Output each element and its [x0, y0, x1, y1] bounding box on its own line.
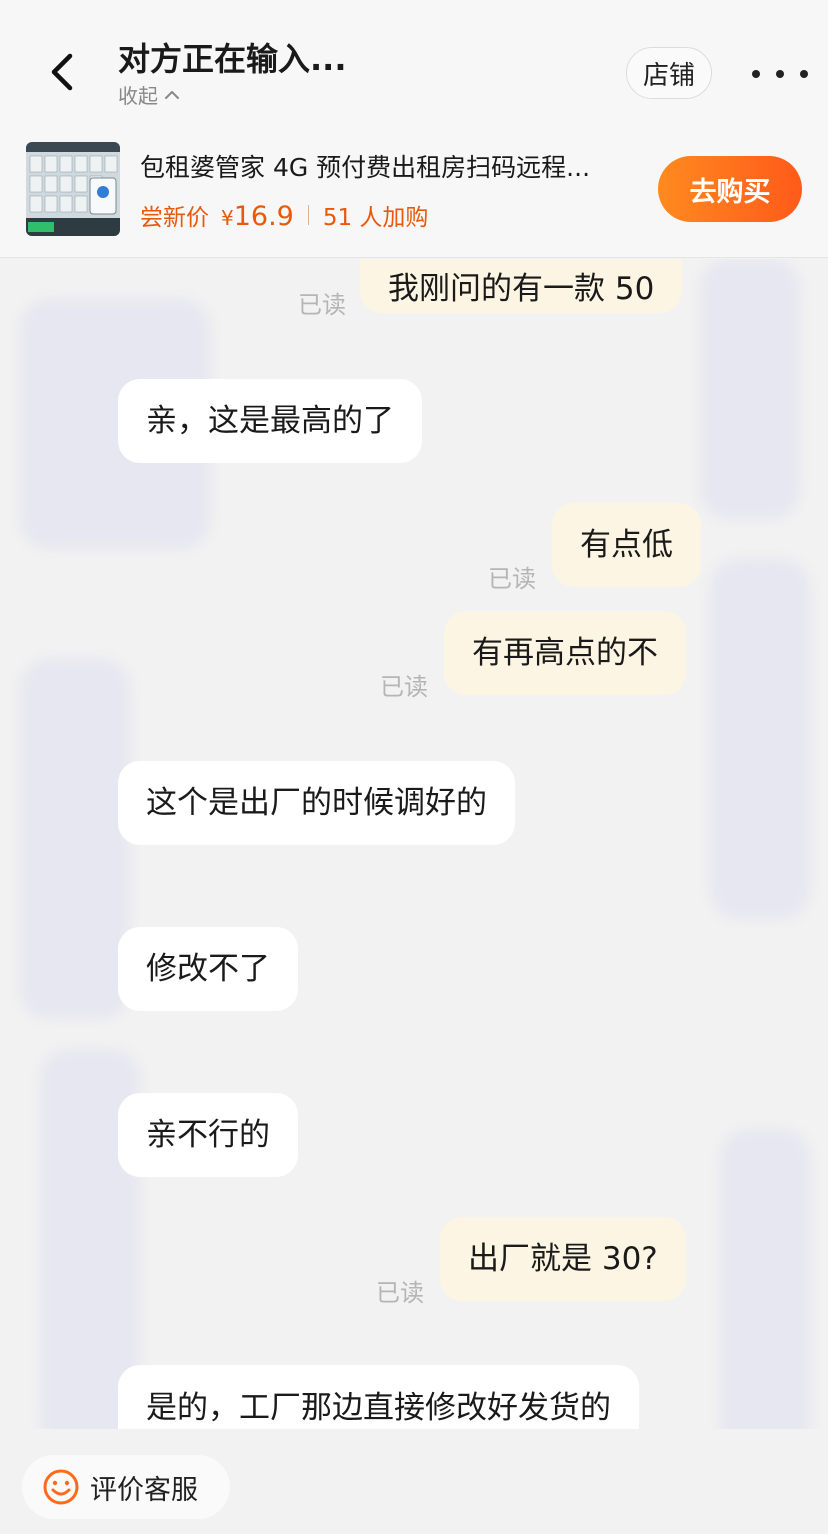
back-button[interactable]: [38, 48, 86, 96]
read-receipt: 已读: [488, 565, 536, 593]
message-text: 修改不了: [146, 950, 270, 987]
product-price: 16.9: [233, 201, 294, 232]
message-bubble-outgoing[interactable]: 有点低: [552, 503, 701, 587]
message-text: 有再高点的不: [472, 634, 658, 671]
chevron-up-icon: [165, 90, 179, 99]
message-bubble-outgoing[interactable]: 出厂就是 30?: [440, 1217, 686, 1301]
shop-button[interactable]: 店铺: [626, 47, 712, 99]
message-bubble-incoming[interactable]: 亲不行的: [118, 1093, 298, 1177]
read-receipt: 已读: [376, 1279, 424, 1307]
read-receipt: 已读: [298, 291, 346, 319]
message-list[interactable]: 已读 我刚问的有一款 50 亲，这是最高的了 已读 有点低 已读 有再高点的不 …: [0, 259, 828, 1429]
read-receipt: 已读: [380, 673, 428, 701]
blur-overlay: [20, 659, 130, 1019]
message-text: 亲不行的: [146, 1116, 270, 1153]
blur-overlay: [710, 559, 810, 919]
price-tag: 尝新价: [140, 205, 209, 231]
message-text: 出厂就是 30?: [468, 1240, 658, 1277]
more-options-icon[interactable]: [752, 60, 808, 88]
product-thumbnail[interactable]: [26, 142, 120, 236]
message-bubble-incoming[interactable]: 是的，工厂那边直接修改好发货的: [118, 1365, 639, 1429]
message-text: 我刚问的有一款 50: [388, 270, 655, 307]
chat-footer: 评价客服: [0, 1429, 828, 1534]
message-text: 亲，这是最高的了: [146, 402, 394, 439]
message-bubble-incoming[interactable]: 亲，这是最高的了: [118, 379, 422, 463]
buy-button[interactable]: 去购买: [658, 156, 802, 222]
blur-overlay: [720, 1129, 810, 1429]
blur-overlay: [700, 259, 800, 519]
message-bubble-outgoing[interactable]: 我刚问的有一款 50: [360, 259, 683, 313]
divider: [307, 205, 309, 225]
rate-service-button[interactable]: 评价客服: [22, 1455, 230, 1519]
collapse-label: 收起: [118, 84, 158, 108]
rate-service-label: 评价客服: [90, 1474, 198, 1506]
chat-title: 对方正在输入...: [118, 40, 347, 78]
message-bubble-incoming[interactable]: 这个是出厂的时候调好的: [118, 761, 515, 845]
message-bubble-outgoing[interactable]: 有再高点的不: [444, 611, 686, 695]
chat-header: 对方正在输入... 收起 店铺: [0, 0, 828, 118]
message-text: 有点低: [580, 526, 673, 563]
message-bubble-incoming[interactable]: 修改不了: [118, 927, 298, 1011]
collapse-toggle[interactable]: 收起: [118, 80, 180, 109]
price-row: 尝新价 ¥ 16.9 51 人加购: [140, 198, 428, 232]
product-card[interactable]: 包租婆管家 4G 预付费出租房扫码远程... 尝新价 ¥ 16.9 51 人加购…: [0, 118, 828, 258]
message-text: 这个是出厂的时候调好的: [146, 784, 487, 821]
product-name[interactable]: 包租婆管家 4G 预付费出租房扫码远程...: [140, 148, 640, 184]
smiley-icon: [43, 1469, 79, 1505]
message-text: 是的，工厂那边直接修改好发货的: [146, 1390, 611, 1426]
chevron-left-icon: [51, 53, 73, 91]
currency-symbol: ¥: [221, 206, 234, 230]
cart-count: 51 人加购: [322, 205, 429, 231]
